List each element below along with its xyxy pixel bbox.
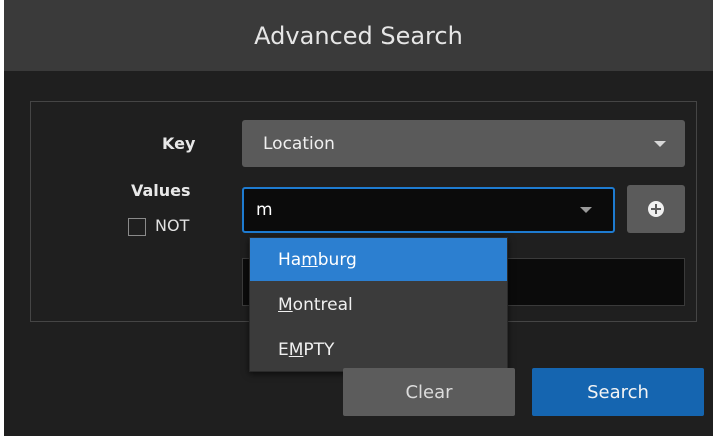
caret-down-icon xyxy=(654,141,666,147)
option-montreal[interactable]: Montreal xyxy=(250,283,507,326)
not-checkbox[interactable] xyxy=(128,218,146,236)
autocomplete-dropdown: Ha m burg Montreal E M PTY xyxy=(249,237,508,372)
value-input-text: m xyxy=(256,200,273,220)
not-label: NOT xyxy=(155,216,190,235)
dialog-title: Advanced Search xyxy=(254,21,463,50)
option-empty[interactable]: E M PTY xyxy=(250,328,507,371)
option-text: E xyxy=(278,339,289,360)
option-text: PTY xyxy=(303,339,335,360)
key-label: Key xyxy=(162,134,196,153)
clear-button[interactable]: Clear xyxy=(343,368,515,416)
option-text: ontreal xyxy=(292,294,353,315)
add-value-button[interactable] xyxy=(627,185,685,233)
option-match: M xyxy=(278,294,293,315)
key-select[interactable]: Location xyxy=(242,120,685,167)
option-match: m xyxy=(301,249,318,270)
option-text: burg xyxy=(317,249,357,270)
value-input[interactable]: m xyxy=(242,187,615,233)
plus-circle-icon xyxy=(648,201,664,217)
advanced-search-dialog: Advanced Search Key Location Values NOT … xyxy=(4,0,713,436)
key-select-value: Location xyxy=(263,133,335,154)
option-text: Ha xyxy=(278,249,302,270)
option-hamburg[interactable]: Ha m burg xyxy=(250,238,507,281)
option-match: M xyxy=(288,339,304,360)
values-label: Values xyxy=(131,181,191,200)
search-button[interactable]: Search xyxy=(532,368,704,416)
caret-down-icon[interactable] xyxy=(580,207,592,213)
dialog-header: Advanced Search xyxy=(4,0,713,71)
